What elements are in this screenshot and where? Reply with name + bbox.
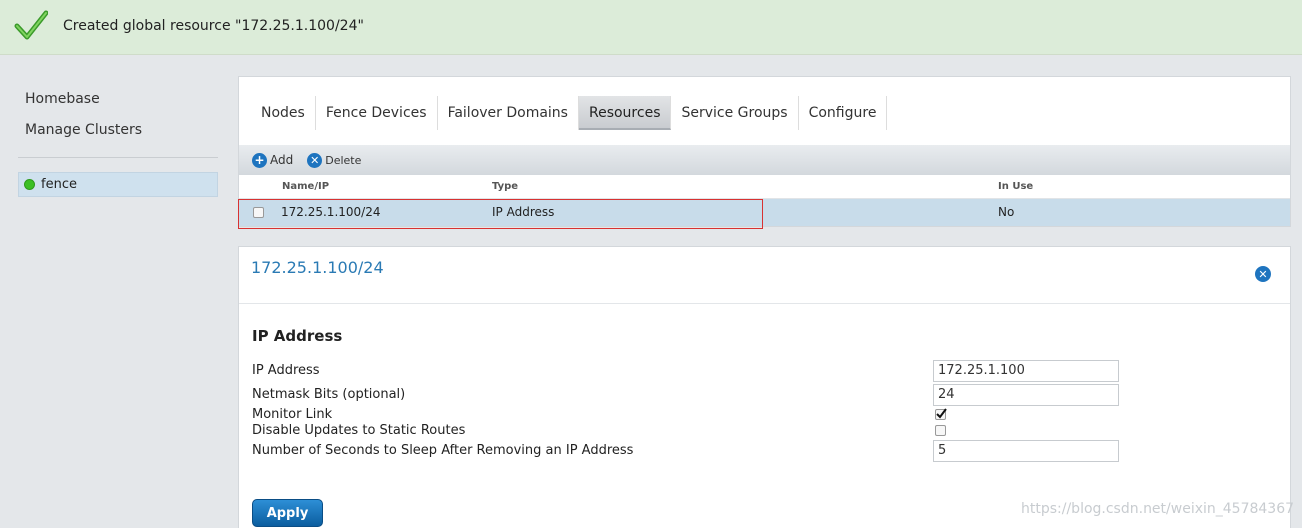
ip-address-input[interactable]: 172.25.1.100 — [933, 360, 1119, 382]
sleep-seconds-label: Number of Seconds to Sleep After Removin… — [252, 443, 634, 458]
checkmark-icon — [936, 408, 947, 419]
delete-label: Delete — [325, 153, 362, 167]
row-name: 172.25.1.100/24 — [281, 205, 381, 219]
row-in-use: No — [998, 205, 1015, 219]
tab-service-groups[interactable]: Service Groups — [671, 96, 799, 130]
sidebar-divider — [18, 157, 218, 158]
netmask-label: Netmask Bits (optional) — [252, 387, 406, 402]
resources-panel: Nodes Fence Devices Failover Domains Res… — [238, 76, 1291, 227]
sidebar-link-manage-clusters[interactable]: Manage Clusters — [18, 116, 218, 147]
detail-title: 172.25.1.100/24 — [251, 258, 384, 277]
column-header-type[interactable]: Type — [492, 175, 518, 199]
section-heading: IP Address — [252, 327, 343, 345]
tab-configure[interactable]: Configure — [799, 96, 888, 130]
monitor-link-checkbox[interactable] — [935, 408, 947, 420]
apply-button[interactable]: Apply — [252, 499, 323, 527]
checkmark-icon — [14, 10, 48, 40]
disable-static-routes-checkbox[interactable] — [935, 425, 946, 436]
add-button[interactable]: + Add — [252, 152, 294, 168]
close-icon[interactable]: ✕ — [1255, 266, 1271, 282]
watermark: https://blog.csdn.net/weixin_45784367 — [1021, 501, 1295, 517]
tab-nodes[interactable]: Nodes — [251, 96, 316, 130]
banner-message: Created global resource "172.25.1.100/24… — [63, 18, 364, 34]
success-banner: Created global resource "172.25.1.100/24… — [0, 0, 1302, 55]
tab-fence-devices[interactable]: Fence Devices — [316, 96, 438, 130]
monitor-link-label: Monitor Link — [252, 407, 333, 422]
sidebar-cluster-fence[interactable]: fence — [18, 172, 218, 197]
delete-button[interactable]: ✕ Delete — [307, 152, 362, 168]
tab-failover-domains[interactable]: Failover Domains — [438, 96, 579, 130]
status-online-icon — [24, 179, 35, 190]
tab-resources[interactable]: Resources — [578, 96, 672, 130]
table-row[interactable]: 172.25.1.100/24 IP Address No — [239, 199, 1290, 226]
column-header-in-use[interactable]: In Use — [998, 175, 1033, 199]
row-type: IP Address — [492, 205, 555, 219]
ip-address-label: IP Address — [252, 363, 320, 378]
cluster-label: fence — [41, 177, 77, 192]
resource-detail-panel: 172.25.1.100/24 ✕ IP Address IP Address … — [238, 246, 1291, 528]
column-header-name[interactable]: Name/IP — [282, 175, 329, 199]
plus-icon: + — [252, 152, 267, 168]
grid-header: Name/IP Type In Use — [239, 175, 1290, 199]
resource-toolbar: + Add ✕ Delete — [239, 145, 1290, 175]
sleep-seconds-input[interactable]: 5 — [933, 440, 1119, 462]
add-label: Add — [270, 153, 294, 167]
sidebar: Homebase Manage Clusters fence — [18, 85, 218, 197]
sidebar-link-homebase[interactable]: Homebase — [18, 85, 218, 116]
row-checkbox[interactable] — [253, 207, 264, 218]
close-circle-icon: ✕ — [307, 152, 323, 168]
disable-static-routes-label: Disable Updates to Static Routes — [252, 423, 466, 438]
detail-divider — [239, 303, 1290, 304]
netmask-input[interactable]: 24 — [933, 384, 1119, 406]
tab-bar: Nodes Fence Devices Failover Domains Res… — [251, 96, 888, 130]
